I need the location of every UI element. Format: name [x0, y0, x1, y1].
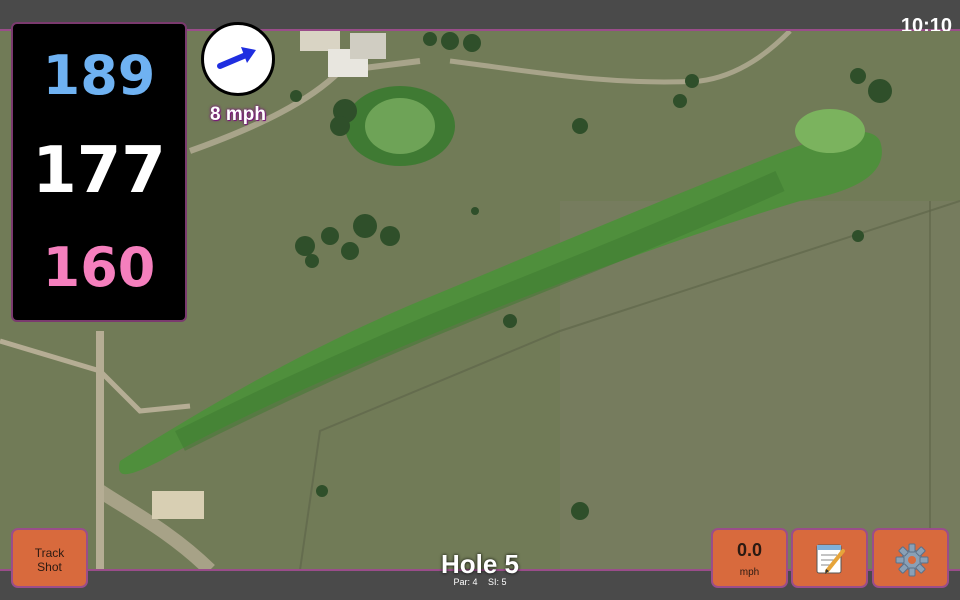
hole-stroke-index: SI: 5	[488, 577, 507, 587]
track-shot-button[interactable]: Track Shot	[11, 528, 88, 588]
wind-speed: 8 mph	[210, 104, 266, 125]
yardage-panel[interactable]: 189 177 160	[11, 22, 187, 322]
speed-unit: mph	[739, 567, 760, 578]
speed-value: 0.0	[736, 540, 763, 560]
notepad-icon	[816, 544, 845, 574]
scorecard-notes-button[interactable]	[791, 528, 868, 588]
gear-icon	[895, 543, 929, 577]
hole-info: Par: 4 SI: 5	[380, 577, 580, 587]
track-shot-label-line2: Shot	[37, 560, 62, 574]
settings-button[interactable]	[872, 528, 949, 588]
hole-par: Par: 4	[453, 577, 478, 587]
arrow-icon	[217, 47, 256, 69]
speed-button[interactable]: 0.0 mph	[711, 528, 788, 588]
track-shot-label-line1: Track	[34, 546, 65, 560]
front-yardage: 160	[42, 236, 156, 299]
back-yardage: 189	[42, 44, 156, 107]
wind-indicator[interactable]	[201, 22, 275, 96]
middle-yardage: 177	[32, 134, 166, 208]
hole-title: Hole 5	[440, 549, 520, 579]
